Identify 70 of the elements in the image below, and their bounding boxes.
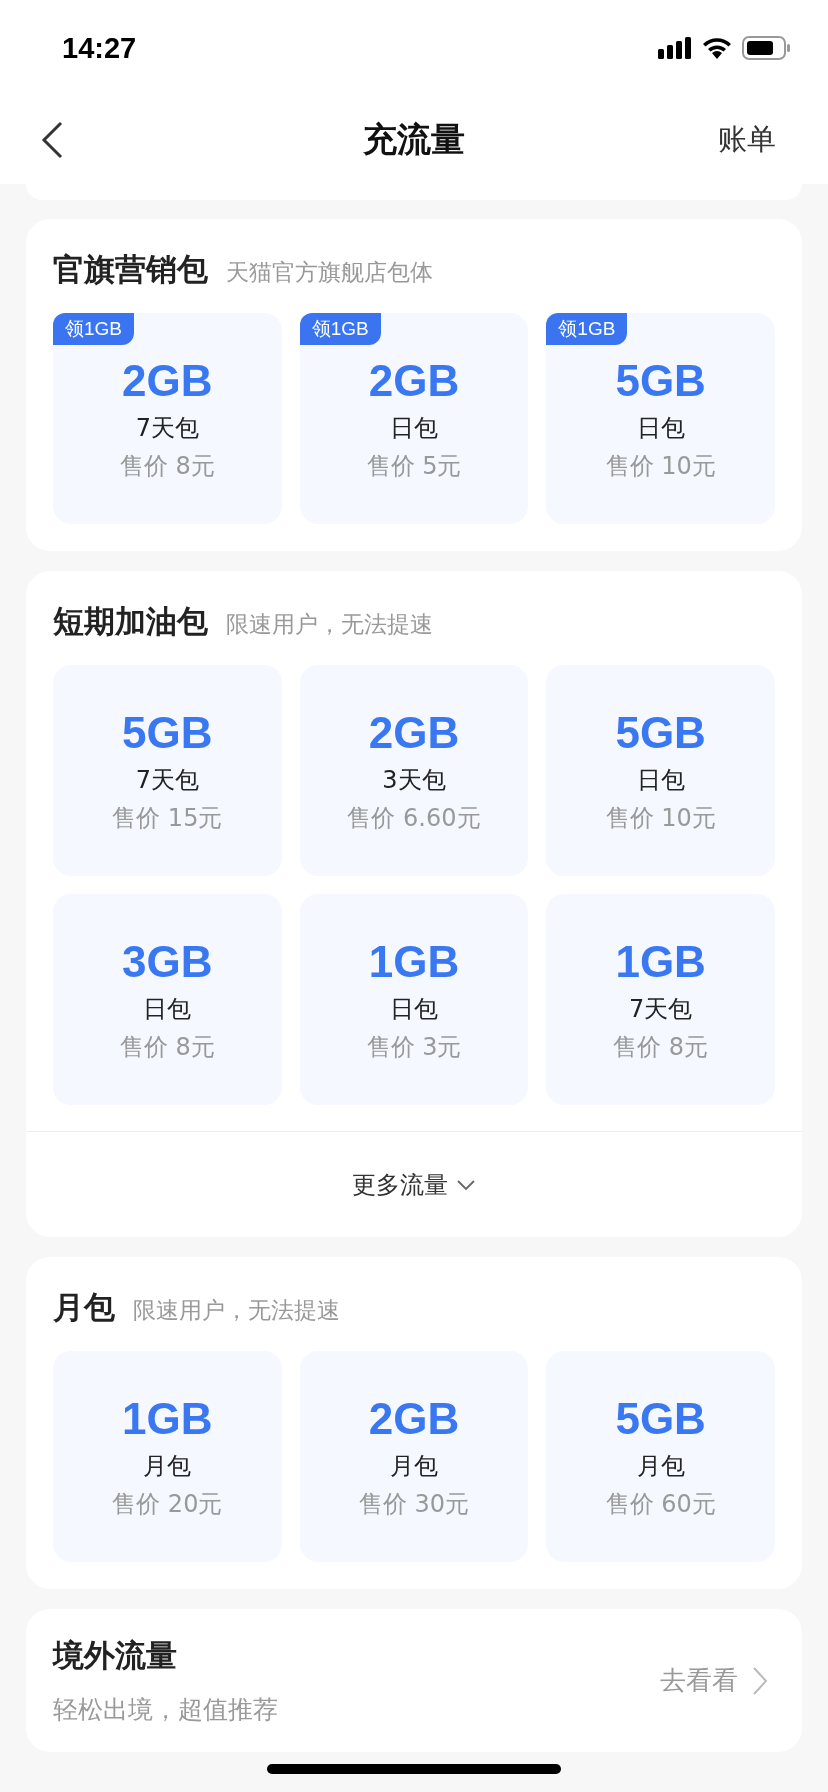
status-time: 14:27 (62, 31, 137, 65)
section-title: 短期加油包 (53, 602, 208, 641)
package-tile[interactable]: 领1GB 2GB 日包 售价 5元 (299, 313, 529, 524)
package-price: 售价 10元 (605, 802, 716, 834)
package-period: 7天包 (135, 412, 199, 444)
battery-icon (742, 36, 790, 60)
package-price: 售价 15元 (112, 802, 223, 834)
chevron-right-icon (752, 1665, 768, 1696)
bonus-badge: 领1GB (53, 313, 135, 345)
package-price: 售价 60元 (605, 1488, 716, 1520)
package-price: 售价 8元 (119, 1031, 215, 1063)
package-period: 日包 (390, 412, 438, 444)
package-tile[interactable]: 1GB 日包 售价 3元 (299, 894, 529, 1105)
package-price: 售价 3元 (366, 1031, 462, 1063)
package-period: 7天包 (629, 993, 693, 1025)
more-data-button[interactable]: 更多流量 (348, 1164, 480, 1205)
data-size: 1GB (615, 936, 706, 987)
package-period: 3天包 (382, 764, 446, 796)
package-period: 月包 (636, 1450, 685, 1482)
package-tile[interactable]: 2GB 月包 售价 30元 (299, 1351, 529, 1562)
package-period: 日包 (390, 993, 438, 1025)
data-size: 2GB (368, 1393, 460, 1444)
package-tile[interactable]: 1GB 月包 售价 20元 (53, 1351, 282, 1562)
data-size: 2GB (368, 707, 460, 758)
chevron-down-icon (456, 1178, 476, 1191)
data-size: 2GB (122, 355, 213, 406)
package-price: 售价 10元 (605, 450, 716, 482)
data-size: 3GB (122, 936, 213, 987)
data-size: 1GB (368, 936, 460, 987)
package-period: 日包 (143, 993, 192, 1025)
section-subtitle: 天猫官方旗舰店包体 (226, 258, 433, 287)
data-size: 1GB (122, 1393, 213, 1444)
section-title: 月包 (53, 1288, 115, 1327)
package-tile[interactable]: 5GB 7天包 售价 15元 (53, 665, 282, 876)
package-price: 售价 8元 (119, 450, 215, 482)
bill-link[interactable]: 账单 (718, 120, 776, 160)
package-period: 月包 (390, 1450, 438, 1482)
package-tile[interactable]: 2GB 3天包 售价 6.60元 (299, 665, 529, 876)
section-title: 官旗营销包 (53, 250, 208, 289)
package-tile[interactable]: 1GB 7天包 售价 8元 (546, 894, 775, 1105)
data-size: 5GB (615, 355, 706, 406)
section-subtitle: 轻松出境，超值推荐 (53, 1694, 279, 1726)
page-title: 充流量 (363, 118, 465, 161)
signal-icon (658, 37, 692, 59)
section-title: 境外流量 (53, 1636, 178, 1675)
data-size: 2GB (368, 355, 460, 406)
section-subtitle: 限速用户，无法提速 (226, 610, 433, 639)
package-tile[interactable]: 领1GB 5GB 日包 售价 10元 (546, 313, 775, 524)
data-size: 5GB (615, 1393, 706, 1444)
package-price: 售价 30元 (358, 1488, 470, 1520)
back-icon[interactable] (40, 121, 64, 159)
package-price: 售价 6.60元 (347, 802, 481, 834)
package-period: 日包 (636, 412, 685, 444)
package-tile[interactable]: 5GB 月包 售价 60元 (546, 1351, 775, 1562)
package-period: 月包 (143, 1450, 192, 1482)
package-price: 售价 20元 (112, 1488, 223, 1520)
package-price: 售价 8元 (613, 1031, 709, 1063)
package-price: 售价 5元 (366, 450, 462, 482)
bonus-badge: 领1GB (299, 313, 381, 345)
wifi-icon (702, 37, 732, 59)
package-period: 日包 (636, 764, 685, 796)
package-period: 7天包 (135, 764, 199, 796)
package-tile[interactable]: 领1GB 2GB 7天包 售价 8元 (53, 313, 282, 524)
package-tile[interactable]: 3GB 日包 售价 8元 (53, 894, 282, 1105)
data-size: 5GB (615, 707, 706, 758)
bonus-badge: 领1GB (546, 313, 628, 345)
section-subtitle: 限速用户，无法提速 (133, 1296, 340, 1325)
overseas-card[interactable]: 境外流量 轻松出境，超值推荐 去看看 (26, 1609, 802, 1752)
package-tile[interactable]: 5GB 日包 售价 10元 (546, 665, 775, 876)
data-size: 5GB (122, 707, 213, 758)
